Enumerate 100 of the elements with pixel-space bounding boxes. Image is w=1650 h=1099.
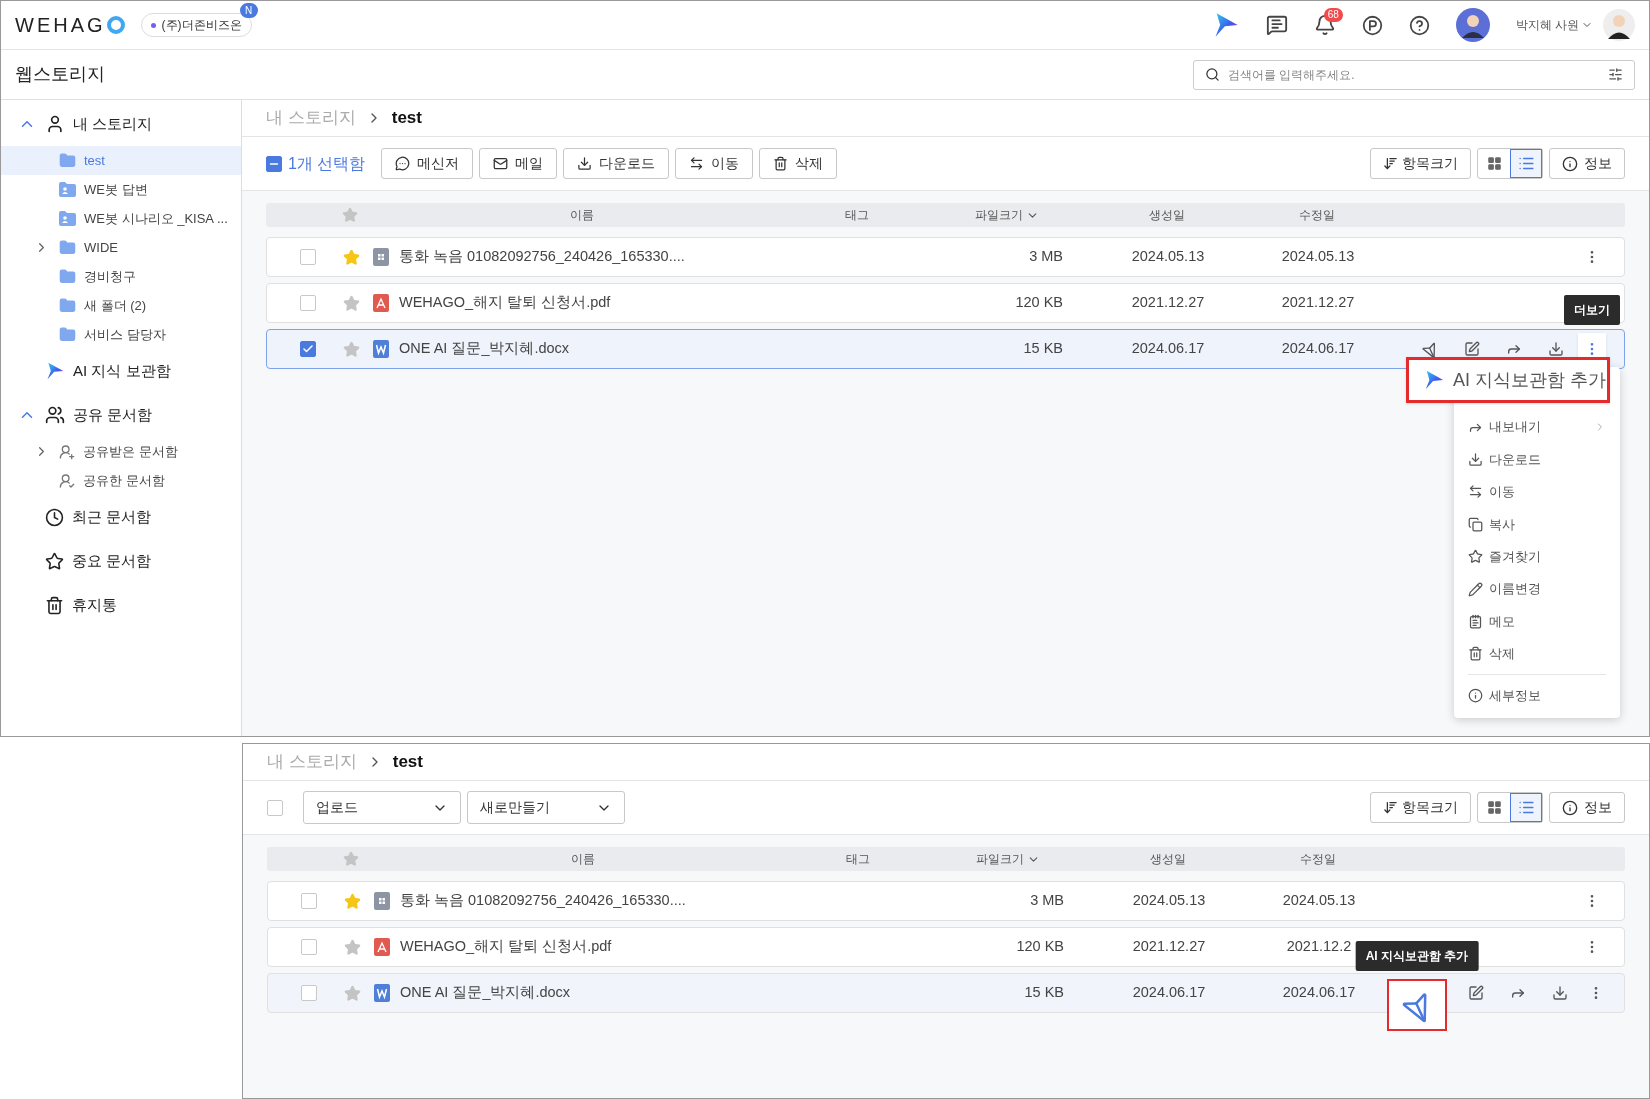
search-field[interactable]: 검색어를 입력해주세요. [1193,59,1635,90]
mail-icon [493,156,509,171]
checkbox[interactable] [300,341,316,357]
info-button[interactable]: 정보 [1549,792,1625,823]
column-header[interactable]: 수정일 [1242,206,1392,224]
sidebar-item[interactable]: 내 스토리지 [1,102,241,146]
file-row[interactable]: 통화 녹음 01082092756_240426_165330.... 3 MB 2024.05.13 2024.05.13 [267,881,1625,921]
file-name: 통화 녹음 01082092756_240426_165330.... [399,247,685,267]
download-icon [1552,985,1568,1001]
favorite-star-icon[interactable] [342,340,360,358]
ai-add-button[interactable] [1387,979,1447,1031]
user-menu[interactable]: 박지혜 사원 [1515,16,1593,34]
checkbox[interactable] [300,249,316,265]
star-icon [342,207,358,223]
checkbox[interactable] [300,295,316,311]
menu-item[interactable]: 삭제 [1454,637,1620,671]
toolbar-button[interactable]: 메신저 [381,148,474,179]
sidebar-item[interactable]: WE봇 시나리오 _KISA ... [1,204,241,233]
select-all-checkbox[interactable] [266,155,282,172]
sidebar-item[interactable]: 새 폴더 (2) [1,291,241,320]
sidebar-label: test [84,151,105,170]
toolbar-button[interactable]: 메일 [479,148,558,179]
favorite-star-icon[interactable] [343,892,361,910]
sidebar-label: WIDE [84,238,118,257]
menu-item[interactable]: 이름변경 [1454,572,1620,606]
word-file-icon [374,984,390,1002]
favorite-star-icon[interactable] [342,294,360,312]
sidebar-item[interactable]: 중요 문서함 [1,539,241,583]
sidebar-item[interactable]: 경비청구 [1,262,241,291]
edit-icon [1468,985,1484,1001]
filter-icon[interactable] [1608,66,1623,82]
clock-icon [45,507,64,527]
checkbox[interactable] [301,939,317,955]
favorite-star-icon[interactable] [342,248,360,266]
item-size-button[interactable]: 항목크기 [1370,792,1471,823]
file-row[interactable]: ONE AI 질문_박지혜.docx 15 KB 2024.06.17 2024.06.17 [267,973,1625,1013]
column-header[interactable]: 생성일 [1092,206,1242,224]
list-view-button[interactable] [1510,149,1542,178]
column-header[interactable]: 파일크기 [923,850,1093,868]
star-icon [343,851,359,867]
checkbox[interactable] [301,893,317,909]
column-header[interactable]: 파일크기 [922,206,1092,224]
column-header[interactable]: 태그 [793,850,923,868]
sidebar-item[interactable]: WE봇 답변 [1,175,241,204]
logo-ring-icon [106,16,125,34]
grid-icon [1486,156,1502,171]
avatar[interactable] [1455,8,1490,42]
toolbar-button[interactable]: 삭제 [759,148,838,179]
profile-avatar[interactable] [1603,9,1635,41]
menu-item[interactable]: 다운로드 [1454,443,1620,476]
info-button[interactable]: 정보 [1549,148,1625,179]
trash-icon [45,595,64,615]
toolbar-button[interactable]: 이동 [675,148,754,179]
modified-date: 2024.06.17 [1282,983,1356,1003]
sidebar-item[interactable]: 최근 문서함 [1,495,241,539]
checkbox[interactable] [301,985,317,1001]
menu-item[interactable]: 세부정보 [1454,679,1620,712]
pdf-file-icon [374,938,390,956]
column-header[interactable]: 생성일 [1093,850,1243,868]
file-size: 3 MB [1029,891,1065,911]
dropdown[interactable]: 새로만들기 [467,791,625,824]
favorite-star-icon[interactable] [343,938,361,956]
file-size: 120 KB [1014,293,1064,313]
shared-folder-icon [59,211,76,226]
file-row[interactable]: 통화 녹음 01082092756_240426_165330.... 3 MB 2024.05.13 2024.05.13 [266,237,1625,277]
menu-item[interactable]: 이동 [1454,475,1620,509]
shared-in-icon [59,443,75,460]
item-size-button[interactable]: 항목크기 [1370,148,1471,179]
breadcrumb-item[interactable]: test [391,105,422,131]
shared-out-icon [59,472,75,489]
sidebar-item[interactable]: 공유한 문서함 [1,466,241,495]
sidebar-item[interactable]: test [1,146,241,175]
column-header[interactable]: 수정일 [1243,850,1393,868]
menu-item[interactable]: 즐겨찾기 [1454,540,1620,573]
message-icon[interactable] [1265,14,1288,36]
list-view-button[interactable] [1510,793,1542,822]
favorite-star-icon[interactable] [343,984,361,1002]
menu-callout[interactable]: AI 지식보관함 추가 [1406,357,1610,403]
sidebar-item[interactable]: 서비스 담당자 [1,320,241,349]
menu-item[interactable]: 메모 [1454,605,1620,638]
column-header[interactable]: 태그 [792,206,922,224]
column-header[interactable]: 이름 [373,850,793,868]
menu-item[interactable]: 복사 [1454,508,1620,541]
sidebar-item[interactable]: 공유받은 문서함 [1,437,241,466]
sidebar-item[interactable]: 공유 문서함 [1,393,241,437]
help-icon[interactable] [1408,14,1430,36]
dropdown[interactable]: 업로드 [303,791,461,824]
toolbar-button[interactable]: 다운로드 [563,148,670,179]
menu-item[interactable]: 내보내기 [1454,411,1620,444]
sidebar-label: 공유한 문서함 [83,471,165,490]
sidebar-item[interactable]: 휴지통 [1,583,241,627]
point-icon[interactable] [1361,14,1383,36]
breadcrumb-item[interactable]: test [392,749,423,775]
info-icon [1562,799,1578,816]
menu-callout-label: AI 지식보관함 추가 [1453,368,1606,392]
select-all-checkbox[interactable] [267,799,283,816]
sidebar-label: 공유받은 문서함 [83,442,178,461]
sidebar-item[interactable]: AI 지식 보관함 [1,349,241,393]
sidebar-item[interactable]: WIDE [1,233,241,262]
column-header[interactable]: 이름 [372,206,792,224]
